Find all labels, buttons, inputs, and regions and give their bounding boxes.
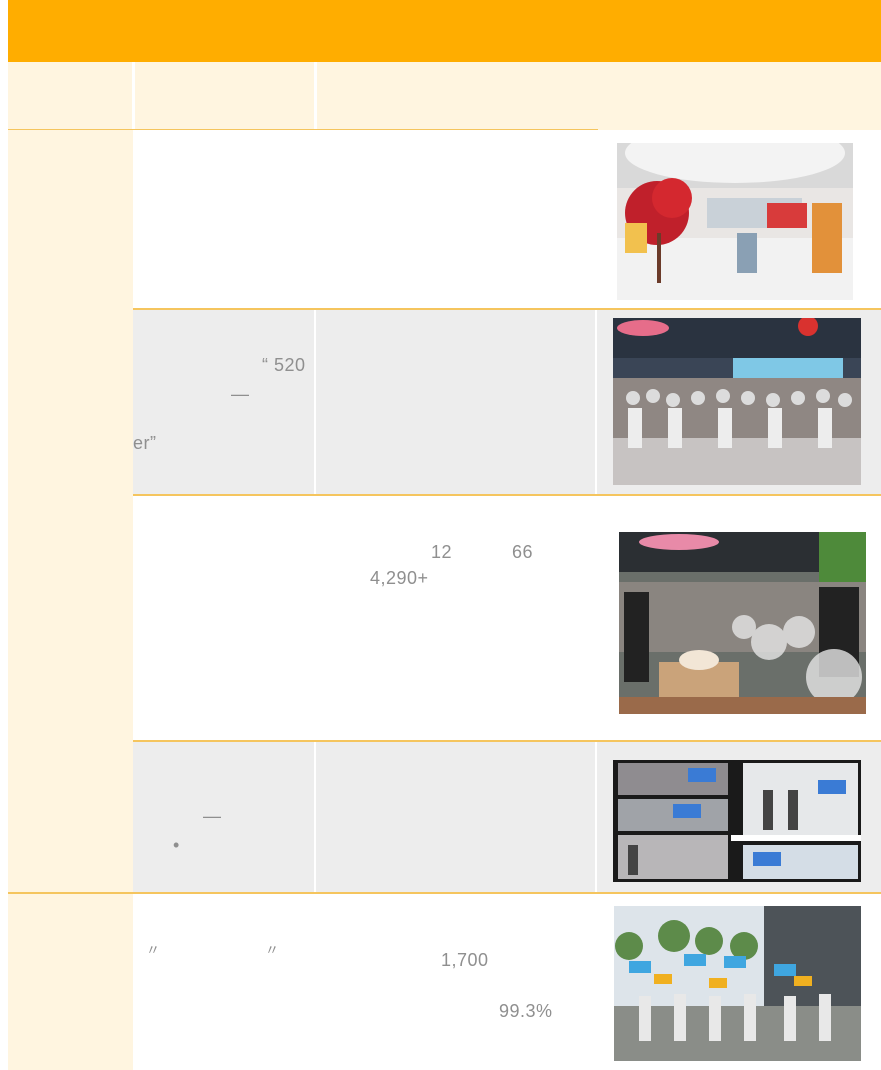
row-photo-celebration [619,532,866,714]
table-row: “ 520 — er” [133,310,881,494]
column-divider [314,310,316,494]
column-divider [595,310,597,494]
cell-text: 12 [431,542,453,562]
cell-text: 1,700 [441,950,489,970]
row-photo-showroom [617,143,853,300]
cell-text: 4,290+ [370,568,429,588]
cell-text: — [203,806,222,826]
row-photo-collage [613,760,861,882]
table-row: 〃 〃 1,700 99.3% [133,894,881,1070]
cell-text: 99.3% [499,1001,553,1021]
row-photo-outdoor [614,906,861,1061]
column-divider [595,742,597,892]
category-cell-1 [8,130,133,892]
column-header-project [135,62,314,130]
cell-text: — [231,384,250,404]
column-header-content [317,62,881,130]
cell-text: “ 520 [262,355,306,375]
cell-text: er” [133,433,157,453]
table-row: 12 66 4,290+ [133,496,881,740]
table-row: — • [133,742,881,892]
cell-text: 66 [512,542,534,562]
table-row [133,130,881,308]
row-photo-group [613,318,861,485]
cell-text: 〃 [265,942,280,958]
table-title-bar [8,0,881,62]
category-cell-2 [8,894,133,1070]
cell-text: 〃 [146,942,161,958]
column-header-category [8,62,132,130]
cell-text: • [173,835,180,855]
column-divider [314,742,316,892]
